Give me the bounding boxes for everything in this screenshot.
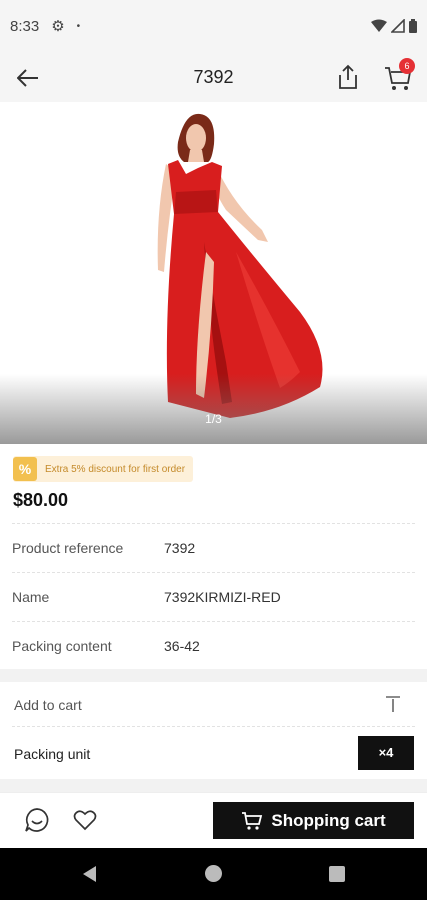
system-navigation-bar: [0, 848, 427, 900]
info-row-product-reference: Product reference 7392: [0, 523, 427, 572]
app-bar: 7392: [0, 52, 427, 102]
signal-icon: [391, 19, 405, 33]
packing-unit-row: Packing unit ×4: [0, 727, 427, 779]
wifi-icon: [371, 19, 387, 32]
bottom-action-bar: Shopping cart: [0, 792, 427, 848]
product-image[interactable]: 1/3: [0, 102, 427, 444]
scroll-top-icon[interactable]: [384, 695, 402, 713]
cart-count-badge: 6: [399, 58, 415, 74]
nav-back-icon[interactable]: [80, 864, 98, 884]
info-key: Product reference: [12, 540, 124, 556]
battery-icon: [409, 19, 417, 33]
cart-icon: [242, 811, 263, 830]
promo-text: Extra 5% discount for first order: [45, 463, 186, 475]
image-pager: 1/3: [205, 412, 222, 426]
info-value: 7392: [164, 540, 196, 556]
image-gradient: [0, 374, 427, 444]
product-price: $80.00: [13, 490, 69, 510]
info-row-packing-content: Packing content 36-42: [0, 621, 427, 670]
info-value: 7392KIRMIZI-RED: [164, 589, 281, 605]
info-key: Packing content: [12, 638, 112, 654]
nav-recents-icon[interactable]: [329, 866, 345, 882]
page-title: 7392: [193, 67, 234, 87]
section-gap: [0, 779, 427, 792]
shopping-cart-button[interactable]: Shopping cart: [213, 802, 414, 839]
shopping-cart-label: Shopping cart: [271, 810, 386, 830]
percent-icon: %: [13, 457, 37, 481]
info-value: 36-42: [164, 638, 200, 654]
settings-gear-icon: ⚙: [51, 18, 65, 35]
back-arrow-icon[interactable]: [14, 64, 42, 92]
discount-promo-badge: % Extra 5% discount for first order: [13, 456, 194, 482]
info-key: Name: [12, 589, 50, 605]
nav-home-icon[interactable]: [205, 865, 222, 882]
packing-unit-label: Packing unit: [14, 746, 91, 762]
status-bar: 8:33 ⚙ •: [0, 0, 427, 52]
add-to-cart-row: Add to cart: [0, 682, 427, 726]
section-gap: [0, 669, 427, 682]
chat-icon[interactable]: [24, 807, 50, 833]
notification-dot-icon: •: [76, 20, 81, 32]
status-time: 8:33: [10, 17, 40, 35]
favorite-heart-icon[interactable]: [73, 808, 97, 832]
info-row-name: Name 7392KIRMIZI-RED: [0, 572, 427, 621]
add-to-cart-label: Add to cart: [14, 697, 82, 713]
status-icons: [371, 19, 417, 33]
packing-unit-quantity-button[interactable]: ×4: [358, 736, 414, 770]
share-icon[interactable]: [334, 63, 362, 91]
